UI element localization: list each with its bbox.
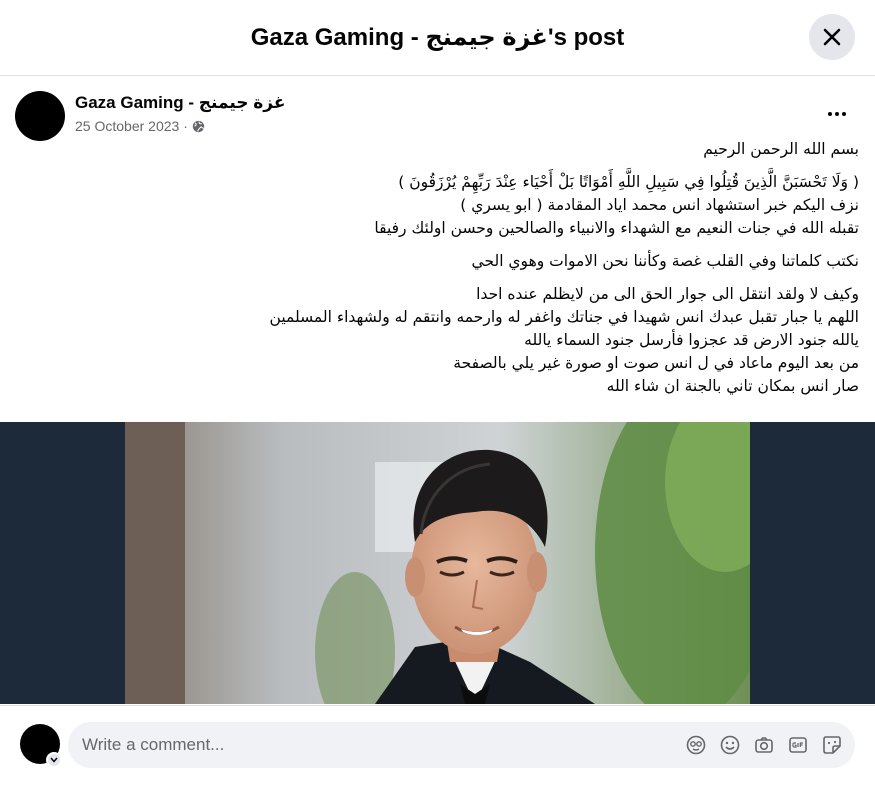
globe-icon[interactable] (192, 120, 205, 133)
chevron-down-icon (50, 757, 58, 763)
avatar-sticker-icon (686, 735, 706, 755)
avatar-sticker-button[interactable] (685, 734, 707, 756)
post-date-link[interactable]: 25 October 2023 (75, 118, 179, 134)
post-line: بسم الله الرحمن الرحيم (703, 140, 859, 158)
post-media[interactable] (0, 422, 875, 704)
close-button[interactable] (809, 14, 855, 60)
sticker-icon (823, 736, 841, 754)
dialog-header: Gaza Gaming - غزة جيمنج's post (0, 0, 875, 76)
portrait-illustration (125, 422, 750, 704)
page-name-link[interactable]: Gaza Gaming - غزة جيمنج (75, 93, 285, 113)
post-body-text: بسم الله الرحمن الرحيم ( وَلَا تَحْسَبَن… (19, 138, 859, 408)
comment-input[interactable]: Write a comment... (68, 722, 855, 768)
more-horizontal-icon-dot (828, 112, 832, 116)
dialog-title: Gaza Gaming - غزة جيمنج's post (250, 24, 625, 51)
meta-separator: · (183, 118, 188, 134)
camera-button[interactable] (753, 734, 775, 756)
gif-icon (789, 737, 807, 753)
close-icon (823, 28, 841, 46)
sticker-button[interactable] (821, 734, 843, 756)
more-horizontal-icon-dot (842, 112, 846, 116)
post-line: نزف اليكم خبر استشهاد انس محمد اياد المق… (460, 196, 859, 214)
post-paragraph: بسم الله الرحمن الرحيم (19, 138, 859, 161)
post-line: نكتب كلماتنا وفي القلب غصة وكأننا نحن ال… (471, 252, 859, 270)
post-line: ( وَلَا تَحْسَبَنَّ الَّذِينَ قُتِلُوا ف… (398, 173, 859, 191)
camera-icon (755, 737, 773, 753)
more-horizontal-icon-dot (835, 112, 839, 116)
post-line: وكيف لا ولقد انتقل الى جوار الحق الى من … (476, 285, 859, 303)
post-line: يالله جنود الارض قد عجزوا فأرسل جنود الس… (524, 331, 859, 349)
page-avatar[interactable] (15, 91, 65, 141)
post-line: صار انس بمكان تاني بالجنة ان شاء الله (606, 377, 859, 395)
more-options-button[interactable] (821, 106, 853, 122)
post-line: تقبله الله في جنات النعيم مع الشهداء وال… (374, 219, 859, 237)
post-paragraph: ( وَلَا تَحْسَبَنَّ الَّذِينَ قُتِلُوا ف… (19, 171, 859, 240)
post-line: اللهم يا جبار تقبل عبدك انس شهيدا في جنا… (269, 308, 859, 326)
comment-icon-toolbar (685, 734, 843, 756)
post-line: من بعد اليوم ماعاد في ل انس صوت او صورة … (453, 354, 859, 372)
post-photo[interactable] (125, 422, 750, 704)
post-meta: 25 October 2023 · (75, 118, 205, 134)
profile-switcher-button[interactable] (46, 752, 62, 768)
comment-placeholder: Write a comment... (82, 735, 225, 754)
post-paragraph: وكيف لا ولقد انتقل الى جوار الحق الى من … (19, 283, 859, 398)
post-paragraph: نكتب كلماتنا وفي القلب غصة وكأننا نحن ال… (19, 250, 859, 273)
emoji-icon (720, 735, 740, 755)
post-header: Gaza Gaming - غزة جيمنج 25 October 2023 … (0, 76, 875, 141)
gif-button[interactable] (787, 734, 809, 756)
comment-composer: Write a comment... (0, 705, 875, 788)
emoji-button[interactable] (719, 734, 741, 756)
